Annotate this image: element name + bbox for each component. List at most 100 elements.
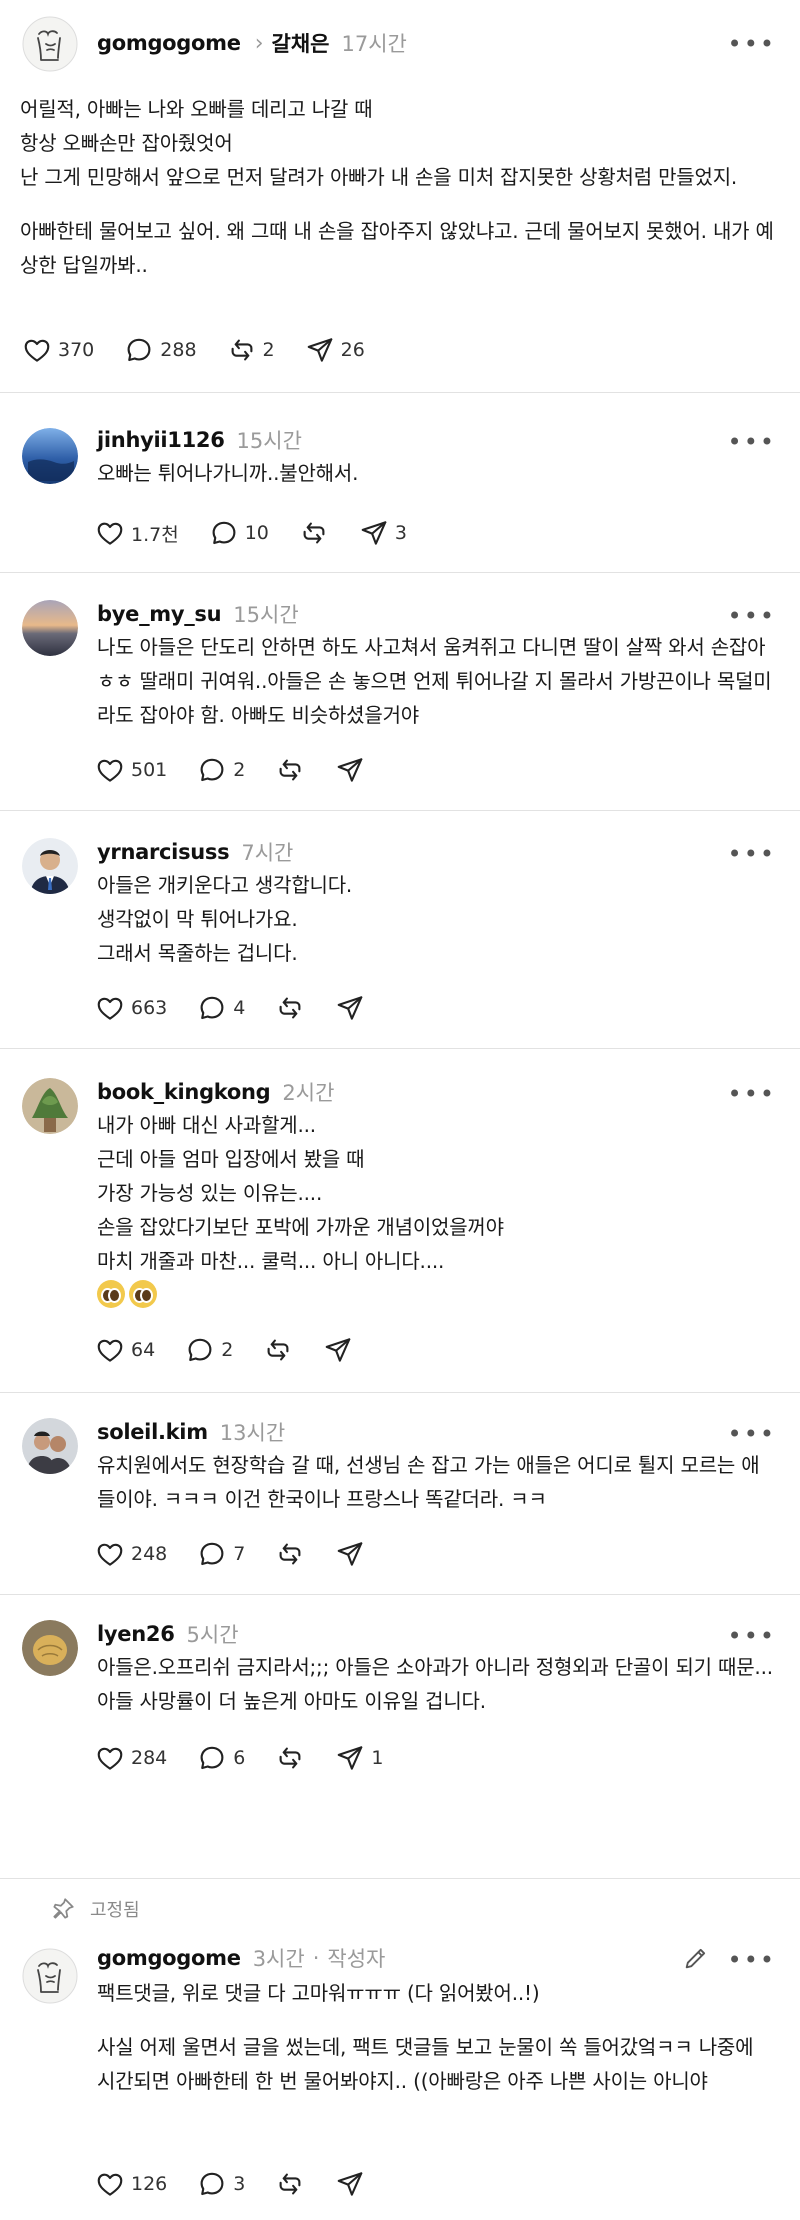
repost-arrows-icon [263, 1335, 293, 1365]
like-count: 284 [131, 1747, 168, 1769]
like-button[interactable]: 64 [95, 1335, 155, 1365]
divider [0, 1392, 800, 1393]
repost-button[interactable] [275, 1743, 305, 1773]
comment-button[interactable]: 6 [197, 1743, 245, 1773]
post-text-line: 내가 아빠 대신 사과할게... [97, 1113, 316, 1137]
comment-button[interactable]: 7 [197, 1539, 245, 1569]
paper-plane-icon [305, 335, 335, 365]
repost-button[interactable] [275, 755, 305, 785]
share-button[interactable]: 26 [305, 335, 365, 365]
paper-plane-icon [359, 518, 389, 548]
comment-button[interactable]: 2 [197, 755, 245, 785]
more-dots-icon[interactable]: ••• [728, 842, 776, 866]
more-dots-icon[interactable]: ••• [728, 32, 776, 56]
avatar[interactable] [22, 1418, 78, 1474]
avatar[interactable] [22, 1620, 78, 1676]
like-button[interactable]: 501 [95, 755, 167, 785]
username[interactable]: gomgogome [97, 31, 241, 55]
post-text-line: 가장 가능성 있는 이유는.... [97, 1181, 323, 1205]
repost-button[interactable]: 2 [227, 335, 275, 365]
heart-outline-icon [95, 2169, 125, 2199]
username[interactable]: soleil.kim [97, 1420, 208, 1444]
post-body: 오빠는 튀어나가니까..불안해서. [97, 456, 774, 490]
more-dots-icon[interactable]: ••• [728, 1082, 776, 1106]
share-button[interactable] [335, 1539, 365, 1569]
username[interactable]: yrnarcisuss [97, 840, 230, 864]
speech-bubble-icon [124, 335, 154, 365]
post-header: book_kingkong 2시간 [97, 1076, 334, 1108]
more-dots-icon[interactable]: ••• [728, 604, 776, 628]
heart-outline-icon [22, 335, 52, 365]
share-button[interactable] [335, 755, 365, 785]
more-dots-icon[interactable]: ••• [728, 430, 776, 454]
comment-count: 3 [233, 2173, 246, 2195]
comment-button[interactable]: 3 [197, 2169, 245, 2199]
paper-plane-icon [335, 1743, 365, 1773]
post-body: 어릴적, 아빠는 나와 오빠를 데리고 나갈 때 항상 오빠손만 잡아줬엇어 난… [20, 92, 774, 282]
share-button[interactable] [323, 1335, 353, 1365]
action-bar: 370 288 2 26 [22, 332, 395, 368]
post-header: jinhyii1126 15시간 [97, 424, 302, 456]
repost-arrows-icon [275, 2169, 305, 2199]
comment-button[interactable]: 2 [185, 1335, 233, 1365]
timestamp: 2시간 [282, 1081, 335, 1105]
username[interactable]: jinhyii1126 [97, 428, 225, 452]
comment-button[interactable]: 10 [209, 518, 269, 548]
share-button[interactable]: 1 [335, 1743, 383, 1773]
like-button[interactable]: 284 [95, 1743, 167, 1773]
comment-count: 10 [244, 522, 269, 544]
avatar[interactable] [22, 1078, 78, 1134]
more-dots-icon[interactable]: ••• [728, 1422, 776, 1446]
share-count: 1 [371, 1747, 384, 1769]
timestamp: 7시간 [241, 841, 294, 865]
avatar[interactable] [22, 16, 78, 72]
avatar[interactable] [22, 600, 78, 656]
avatar[interactable] [22, 838, 78, 894]
share-button[interactable] [335, 2169, 365, 2199]
username[interactable]: lyen26 [97, 1622, 175, 1646]
more-dots-icon[interactable]: ••• [728, 1948, 776, 1972]
comment-button[interactable]: 288 [124, 335, 197, 365]
heart-outline-icon [95, 1743, 125, 1773]
timestamp: 17시간 [341, 32, 407, 56]
share-count: 26 [340, 339, 365, 361]
share-button[interactable] [335, 993, 365, 1023]
divider [0, 392, 800, 393]
heart-outline-icon [95, 518, 125, 548]
repost-button[interactable] [263, 1335, 293, 1365]
like-button[interactable]: 248 [95, 1539, 167, 1569]
avatar[interactable] [22, 1948, 78, 2004]
paper-plane-icon [335, 755, 365, 785]
reply-post: lyen26 5시간 ••• 아들은.오프리쉬 금지라서;;; 아들은 소아과가… [0, 1602, 800, 1802]
avatar[interactable] [22, 428, 78, 484]
repost-button[interactable] [299, 518, 329, 548]
post-text-line: 그래서 목줄하는 겁니다. [97, 941, 298, 965]
pinned-reply: gomgogome 3시간 · 작성자 ••• 팩트댓글, 위로 댓글 다 고마… [0, 1930, 800, 2220]
username[interactable]: book_kingkong [97, 1080, 271, 1104]
more-dots-icon[interactable]: ••• [728, 1624, 776, 1648]
username[interactable]: bye_my_su [97, 602, 222, 626]
post-text-line: 마치 개줄과 마찬... 쿨럭... 아니 아니다.... [97, 1249, 445, 1273]
post-text-line: 나도 아들은 단도리 안하면 하도 사고쳐서 움켜쥐고 다니면 딸이 살짝 와서… [97, 635, 772, 727]
like-button[interactable]: 370 [22, 335, 94, 365]
like-button[interactable]: 126 [95, 2169, 167, 2199]
reply-post: soleil.kim 13시간 ••• 유치원에서도 현장학습 갈 때, 선생님… [0, 1400, 800, 1600]
timestamp: 13시간 [219, 1421, 286, 1445]
post-body: 팩트댓글, 위로 댓글 다 고마워ㅠㅠㅠ (다 읽어봤어..!) 사실 어제 울… [97, 1976, 774, 2098]
repost-button[interactable] [275, 2169, 305, 2199]
reply-to-username[interactable]: 갈채은 [272, 28, 330, 58]
username[interactable]: gomgogome [97, 1946, 241, 1970]
repost-button[interactable] [275, 993, 305, 1023]
pleading-face-emoji-icon [129, 1280, 157, 1308]
pencil-icon[interactable] [682, 1944, 710, 1976]
like-button[interactable]: 1.7천 [95, 518, 179, 548]
comment-button[interactable]: 4 [197, 993, 245, 1023]
pinned-indicator: 고정됨 [50, 1896, 140, 1922]
repost-count: 2 [262, 339, 275, 361]
separator-dot: · [312, 1946, 320, 1970]
share-button[interactable]: 3 [359, 518, 407, 548]
heart-outline-icon [95, 993, 125, 1023]
repost-button[interactable] [275, 1539, 305, 1569]
speech-bubble-icon [197, 1539, 227, 1569]
like-button[interactable]: 663 [95, 993, 167, 1023]
